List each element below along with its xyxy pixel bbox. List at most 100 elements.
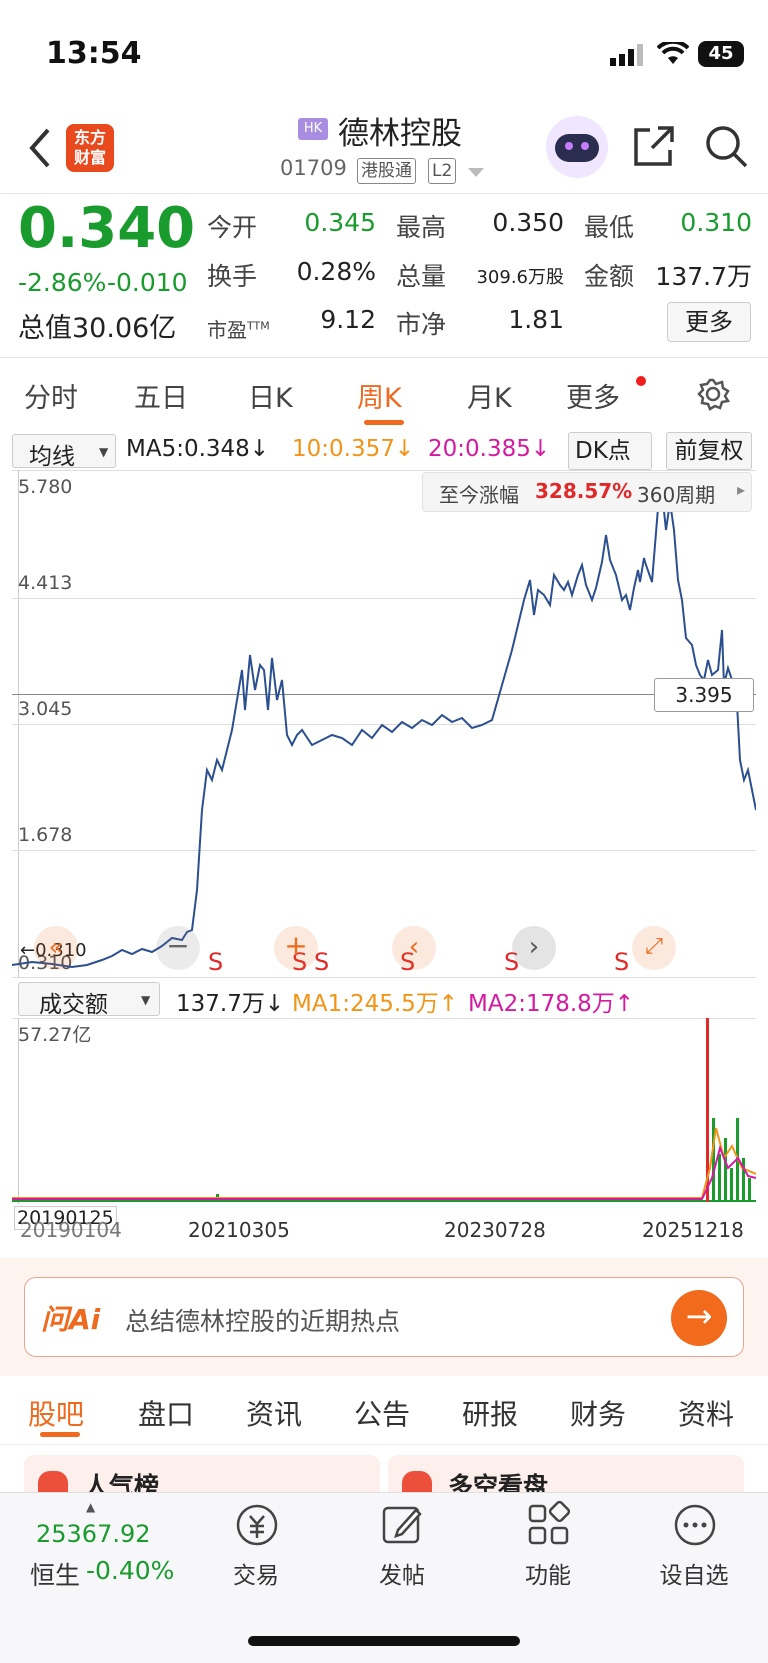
chevron-down-icon: ▼ xyxy=(99,445,109,459)
ma5-value: MA5:0.348↓ xyxy=(126,436,270,462)
open-label: 今开 xyxy=(207,213,258,242)
battery-level: 45 xyxy=(708,43,734,64)
divider xyxy=(0,193,768,194)
adjust-button[interactable]: 前复权 xyxy=(666,432,752,470)
tab-rik[interactable]: 日K xyxy=(248,376,293,415)
pb-label: 市净 xyxy=(396,310,447,339)
ma-selector[interactable]: 均线 ▼ xyxy=(12,434,116,470)
price-line-chart xyxy=(12,491,756,969)
dk-point-button[interactable]: DK点 xyxy=(568,432,652,470)
signal-mark: S xyxy=(208,948,224,976)
status-bar: 13:54 45 xyxy=(0,0,768,110)
bull-bear-card[interactable]: 多空看盘 xyxy=(388,1455,744,1501)
pb-value: 1.81 xyxy=(508,305,564,334)
post-edit-icon[interactable] xyxy=(378,1500,428,1550)
scroll-left-icon[interactable]: ‹ xyxy=(392,926,436,970)
subtab-zixun[interactable]: 资讯 xyxy=(246,1393,302,1433)
robot-avatar-icon[interactable] xyxy=(546,116,608,178)
change-abs: -0.010 xyxy=(107,268,188,297)
settings-gear-icon[interactable] xyxy=(696,377,730,411)
pe-value: 9.12 xyxy=(320,305,376,334)
bottom-item-trade[interactable]: 交易 xyxy=(206,1556,306,1590)
active-subtab-indicator xyxy=(40,1432,80,1437)
volume-ma1: MA1:245.5万↑ xyxy=(292,991,459,1017)
functions-grid-icon[interactable] xyxy=(524,1500,574,1550)
level-tag: L2 xyxy=(428,158,457,184)
amount-value: 137.7万 xyxy=(655,262,752,291)
more-button[interactable]: 更多 xyxy=(667,302,751,342)
subtab-gonggao[interactable]: 公告 xyxy=(354,1393,410,1433)
high-value: 0.350 xyxy=(492,208,564,237)
turnover-value: 0.28% xyxy=(296,257,376,286)
connect-tag: 港股通 xyxy=(357,158,416,184)
bottom-item-functions[interactable]: 功能 xyxy=(498,1556,598,1590)
divider xyxy=(0,357,768,358)
caret-up-icon: ▲ xyxy=(86,1500,96,1514)
volume-ma2: MA2:178.8万↑ xyxy=(468,991,635,1017)
scroll-left-fast-icon[interactable]: « xyxy=(34,926,78,970)
low-label: 最低 xyxy=(584,213,635,242)
zoom-in-icon[interactable]: + xyxy=(274,926,318,970)
chevron-right-icon: ▸ xyxy=(737,480,746,499)
volume-bars xyxy=(12,1018,756,1202)
popularity-card[interactable]: 人气榜 xyxy=(24,1455,380,1501)
turnover-label: 换手 xyxy=(207,262,258,291)
tab-more[interactable]: 更多 xyxy=(566,376,620,415)
arrow-right-icon[interactable]: → xyxy=(671,1290,727,1346)
current-price: 0.340 xyxy=(18,196,196,261)
scroll-right-icon[interactable]: › xyxy=(512,926,556,970)
subtab-pankou[interactable]: 盘口 xyxy=(138,1393,194,1433)
ma10-value: 10:0.357↓ xyxy=(292,436,415,462)
subtab-yanbao[interactable]: 研报 xyxy=(462,1393,518,1433)
app-logo: 东方 财富 xyxy=(66,124,114,172)
index-change[interactable]: -0.40% xyxy=(86,1556,174,1585)
tab-zhouk[interactable]: 周K xyxy=(357,376,402,415)
fullscreen-icon[interactable]: ⤢ xyxy=(632,926,676,970)
signal-mark: S xyxy=(614,948,630,976)
range-info-box[interactable]: 至今涨幅 328.57% 360周期 ▸ xyxy=(422,472,752,512)
date-axis-label: 20190104 xyxy=(20,1218,122,1242)
volume-indicator-selector[interactable]: 成交额 ▼ xyxy=(18,982,160,1018)
subtab-caiwu[interactable]: 财务 xyxy=(570,1393,626,1433)
search-icon[interactable] xyxy=(704,124,748,168)
ma20-value: 20:0.385↓ xyxy=(428,436,551,462)
logo-line1: 东方 xyxy=(73,128,106,147)
home-indicator xyxy=(248,1636,520,1646)
tab-yuek[interactable]: 月K xyxy=(467,376,512,415)
pe-label: 市盈TTM xyxy=(207,314,270,343)
bottom-item-add-watchlist[interactable]: 设自选 xyxy=(644,1556,744,1590)
date-axis-label: 20251218 xyxy=(642,1218,744,1242)
ai-brand: 问Ai xyxy=(41,1303,101,1336)
range-label: 至今涨幅 xyxy=(439,483,519,507)
price-line xyxy=(12,491,756,969)
share-icon[interactable] xyxy=(632,124,676,168)
status-time: 13:54 xyxy=(46,36,142,71)
volume-current: 137.7万↓ xyxy=(176,991,285,1017)
stock-name: 德林控股 xyxy=(338,116,462,152)
tab-wuri[interactable]: 五日 xyxy=(134,376,188,415)
bottom-item-post[interactable]: 发帖 xyxy=(352,1556,452,1590)
market-cap: 总值30.06亿 xyxy=(18,313,177,344)
active-tab-indicator xyxy=(364,420,404,425)
ai-question-box[interactable]: 问Ai 总结德林控股的近期热点 → xyxy=(24,1277,744,1357)
dropdown-icon[interactable] xyxy=(468,168,484,178)
date-axis-label: 20210305 xyxy=(188,1218,290,1242)
zoom-out-icon[interactable]: − xyxy=(156,926,200,970)
chevron-down-icon: ▼ xyxy=(141,993,151,1007)
subtab-guba[interactable]: 股吧 xyxy=(28,1393,84,1433)
volume-value: 309.6万股 xyxy=(476,267,564,288)
subtab-ziliao[interactable]: 资料 xyxy=(678,1393,734,1433)
signal-icon xyxy=(610,44,643,66)
index-value[interactable]: 25367.92 xyxy=(36,1520,151,1548)
change-pct: -2.86% xyxy=(18,268,107,297)
index-name[interactable]: 恒生 xyxy=(30,1556,80,1592)
more-dots-icon[interactable] xyxy=(670,1500,720,1550)
divider xyxy=(0,1444,768,1445)
volume-selector-label: 成交额 xyxy=(39,992,108,1018)
trade-icon[interactable] xyxy=(232,1500,282,1550)
market-tag: HK xyxy=(298,118,328,140)
stock-code: 01709 xyxy=(280,156,347,180)
back-icon[interactable] xyxy=(26,126,54,170)
tab-fenshi[interactable]: 分时 xyxy=(24,376,78,415)
logo-line2: 财富 xyxy=(73,148,106,167)
